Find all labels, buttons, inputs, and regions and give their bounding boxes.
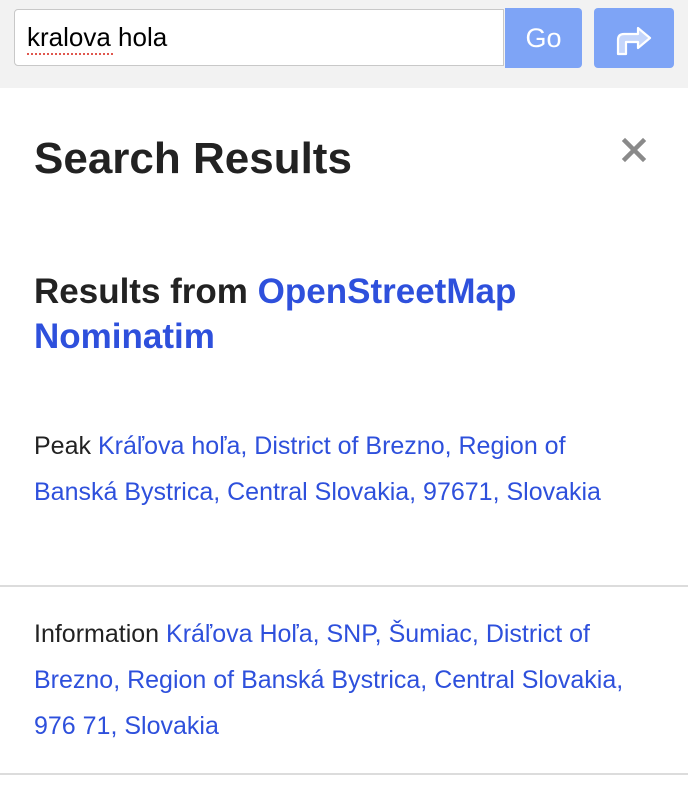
results-heading-prefix: Results from xyxy=(34,272,248,311)
list-item: Peak Kráľova hoľa, District of Brezno, R… xyxy=(34,423,654,515)
divider xyxy=(0,585,688,587)
directions-button[interactable] xyxy=(594,8,674,68)
close-icon[interactable] xyxy=(618,134,650,166)
directions-turn-right-icon xyxy=(616,26,652,56)
go-button[interactable]: Go xyxy=(505,8,582,68)
page-title: Search Results xyxy=(34,134,352,183)
results-source-line2: Nominatim xyxy=(34,317,215,356)
result-type: Peak xyxy=(34,432,91,460)
list-item: Information Kráľova Hoľa, SNP, Šumiac, D… xyxy=(34,611,654,749)
search-input[interactable] xyxy=(14,9,504,66)
result-link[interactable]: Kráľova hoľa, District of Brezno, Region… xyxy=(34,432,601,506)
spellcheck-underline xyxy=(27,51,113,55)
results-source-line1: OpenStreetMap xyxy=(257,272,517,311)
divider xyxy=(0,773,688,775)
results-heading: Results from OpenStreetMap Nominatim xyxy=(34,269,654,359)
search-bar: Go xyxy=(0,0,688,88)
result-type: Information xyxy=(34,620,160,648)
